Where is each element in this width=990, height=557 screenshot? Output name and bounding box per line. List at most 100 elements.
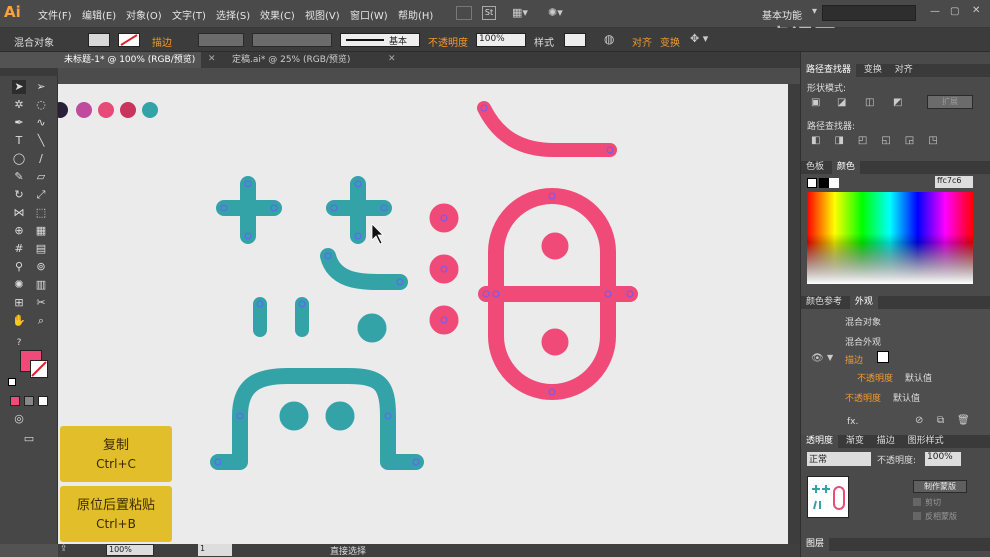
tab-align[interactable]: 对齐 [890,64,918,77]
swatch-dot[interactable] [52,102,68,118]
transform-link[interactable]: 变换 [660,34,680,49]
menu-edit[interactable]: 编辑(E) [82,7,116,22]
menu-effect[interactable]: 效果(C) [260,7,295,22]
share-icon[interactable]: ⇪ [60,544,68,554]
blend-mode-select[interactable]: 正常 [807,452,871,466]
swatch-dot[interactable] [120,102,136,118]
slice-icon[interactable]: ✂ [34,296,48,310]
opacity-input[interactable]: 100% [476,33,526,47]
minus-front-icon[interactable]: ◪ [837,97,846,108]
menu-type[interactable]: 文字(T) [172,7,206,22]
close-tab-icon[interactable]: ✕ [208,54,216,64]
vertical-scrollbar[interactable] [788,84,800,544]
tab-gradient[interactable]: 渐变 [841,435,869,448]
hand-tool-icon[interactable]: ✋ [12,314,26,328]
gradient-icon[interactable]: ▤ [34,242,48,256]
menu-view[interactable]: 视图(V) [305,7,340,22]
hex-input[interactable]: ffc7c6 [935,176,973,188]
pen-tool-icon[interactable]: ✒ [12,116,26,130]
arrange-docs-icon[interactable]: ▦▾ [512,6,530,20]
stroke-swatch-mini[interactable] [877,351,889,363]
tab-appearance[interactable]: 外观 [849,296,878,309]
zoom-tool-icon[interactable]: ⌕ [34,314,48,328]
none-color-icon[interactable] [807,178,817,188]
draw-mode-icon[interactable]: ◎ [12,412,26,426]
type-tool-icon[interactable]: T [12,134,26,148]
gpu-icon[interactable]: ✺▾ [548,6,566,20]
tab-color-guide[interactable]: 颜色参考 [801,296,847,309]
tab-layers[interactable]: 图层 [801,538,830,551]
appearance-stroke[interactable]: 描边 [845,353,863,366]
swatch-dot[interactable] [142,102,158,118]
pencil-icon[interactable]: ✎ [12,170,26,184]
chevron-down-icon[interactable]: ▾ [812,6,817,17]
artboard-icon[interactable]: ⊞ [12,296,26,310]
clear-icon[interactable]: ⊘ [915,415,923,426]
duplicate-icon[interactable]: ⧉ [937,415,944,426]
unite-icon[interactable]: ▣ [811,97,820,108]
help-icon[interactable]: ? [12,336,26,350]
default-colors-icon[interactable] [8,378,16,386]
menu-window[interactable]: 窗口(W) [350,7,388,22]
expand-triangle-icon[interactable]: ▼ [827,353,833,362]
close-tab-icon[interactable]: ✕ [388,54,396,64]
shape-builder-icon[interactable]: ⊕ [12,224,26,238]
magic-wand-icon[interactable]: ✲ [12,98,26,112]
width-tool-icon[interactable]: ⋈ [12,206,26,220]
invert-mask-checkbox[interactable] [913,512,921,520]
align-link[interactable]: 对齐 [632,34,652,49]
menu-select[interactable]: 选择(S) [216,7,250,22]
fill-swatch[interactable] [88,33,110,47]
artboard-number-field[interactable]: 1 [198,544,232,556]
isolate-icon[interactable]: ✥ ▾ [690,32,708,45]
tab-transparency[interactable]: 透明度 [801,435,839,448]
stock-icon[interactable]: St [482,6,496,20]
intersect-icon[interactable]: ◫ [865,97,874,108]
trash-icon[interactable]: 🗑 [957,415,970,426]
swatch-dot[interactable] [76,102,92,118]
opacity-label[interactable]: 不透明度 [428,34,468,49]
search-input[interactable] [822,5,916,21]
recolor-icon[interactable]: ◍ [604,32,614,46]
stroke-label[interactable]: 描边 [152,34,172,49]
clip-checkbox[interactable] [913,498,921,506]
rotate-icon[interactable]: ↻ [12,188,26,202]
make-mask-button[interactable]: 制作蒙版 [913,480,967,493]
scale-icon[interactable]: ⤢ [34,188,48,202]
stroke-swatch[interactable] [118,33,140,47]
selection-tool-icon[interactable]: ➤ [12,80,26,94]
graph-tool-icon[interactable]: ▥ [34,278,48,292]
black-color-icon[interactable] [819,178,829,188]
menu-help[interactable]: 帮助(H) [398,7,433,22]
curvature-icon[interactable]: ∿ [34,116,48,130]
stroke-weight-field[interactable] [198,33,244,47]
appearance-opacity[interactable]: 不透明度 [845,391,881,404]
color-spectrum[interactable] [807,192,973,284]
color-mode-icon[interactable] [10,396,20,406]
bridge-icon[interactable] [456,6,472,20]
maximize-icon[interactable]: ▢ [950,6,959,17]
white-color-icon[interactable] [829,178,839,188]
appearance-opacity[interactable]: 不透明度 [857,371,893,384]
tab-untitled[interactable]: 未标题-1* @ 100% (RGB/预览) [58,52,202,68]
minimize-icon[interactable]: — [930,6,940,17]
eraser-icon[interactable]: ▱ [34,170,48,184]
none-mode-icon[interactable] [38,396,48,406]
tab-graphic-styles[interactable]: 图形样式 [903,435,949,448]
visibility-eye-icon[interactable]: 👁 [811,353,824,364]
tab-swatches[interactable]: 色板 [801,161,829,174]
symbol-sprayer-icon[interactable]: ✺ [12,278,26,292]
opacity-input[interactable]: 100% [925,452,961,466]
tab-stroke[interactable]: 描边 [872,435,900,448]
tab-pathfinder[interactable]: 路径查找器 [801,64,857,77]
eyedropper-icon[interactable]: ⚲ [12,260,26,274]
lasso-icon[interactable]: ◌ [34,98,48,112]
exclude-icon[interactable]: ◩ [893,97,902,108]
zoom-select[interactable]: 100% [106,544,154,556]
screen-mode-icon[interactable]: ▭ [22,432,36,446]
direct-selection-tool-icon[interactable]: ➢ [34,80,48,94]
expand-button[interactable]: 扩展 [927,95,973,109]
tab-color[interactable]: 颜色 [831,161,860,174]
mesh-icon[interactable]: # [12,242,26,256]
perspective-icon[interactable]: ▦ [34,224,48,238]
